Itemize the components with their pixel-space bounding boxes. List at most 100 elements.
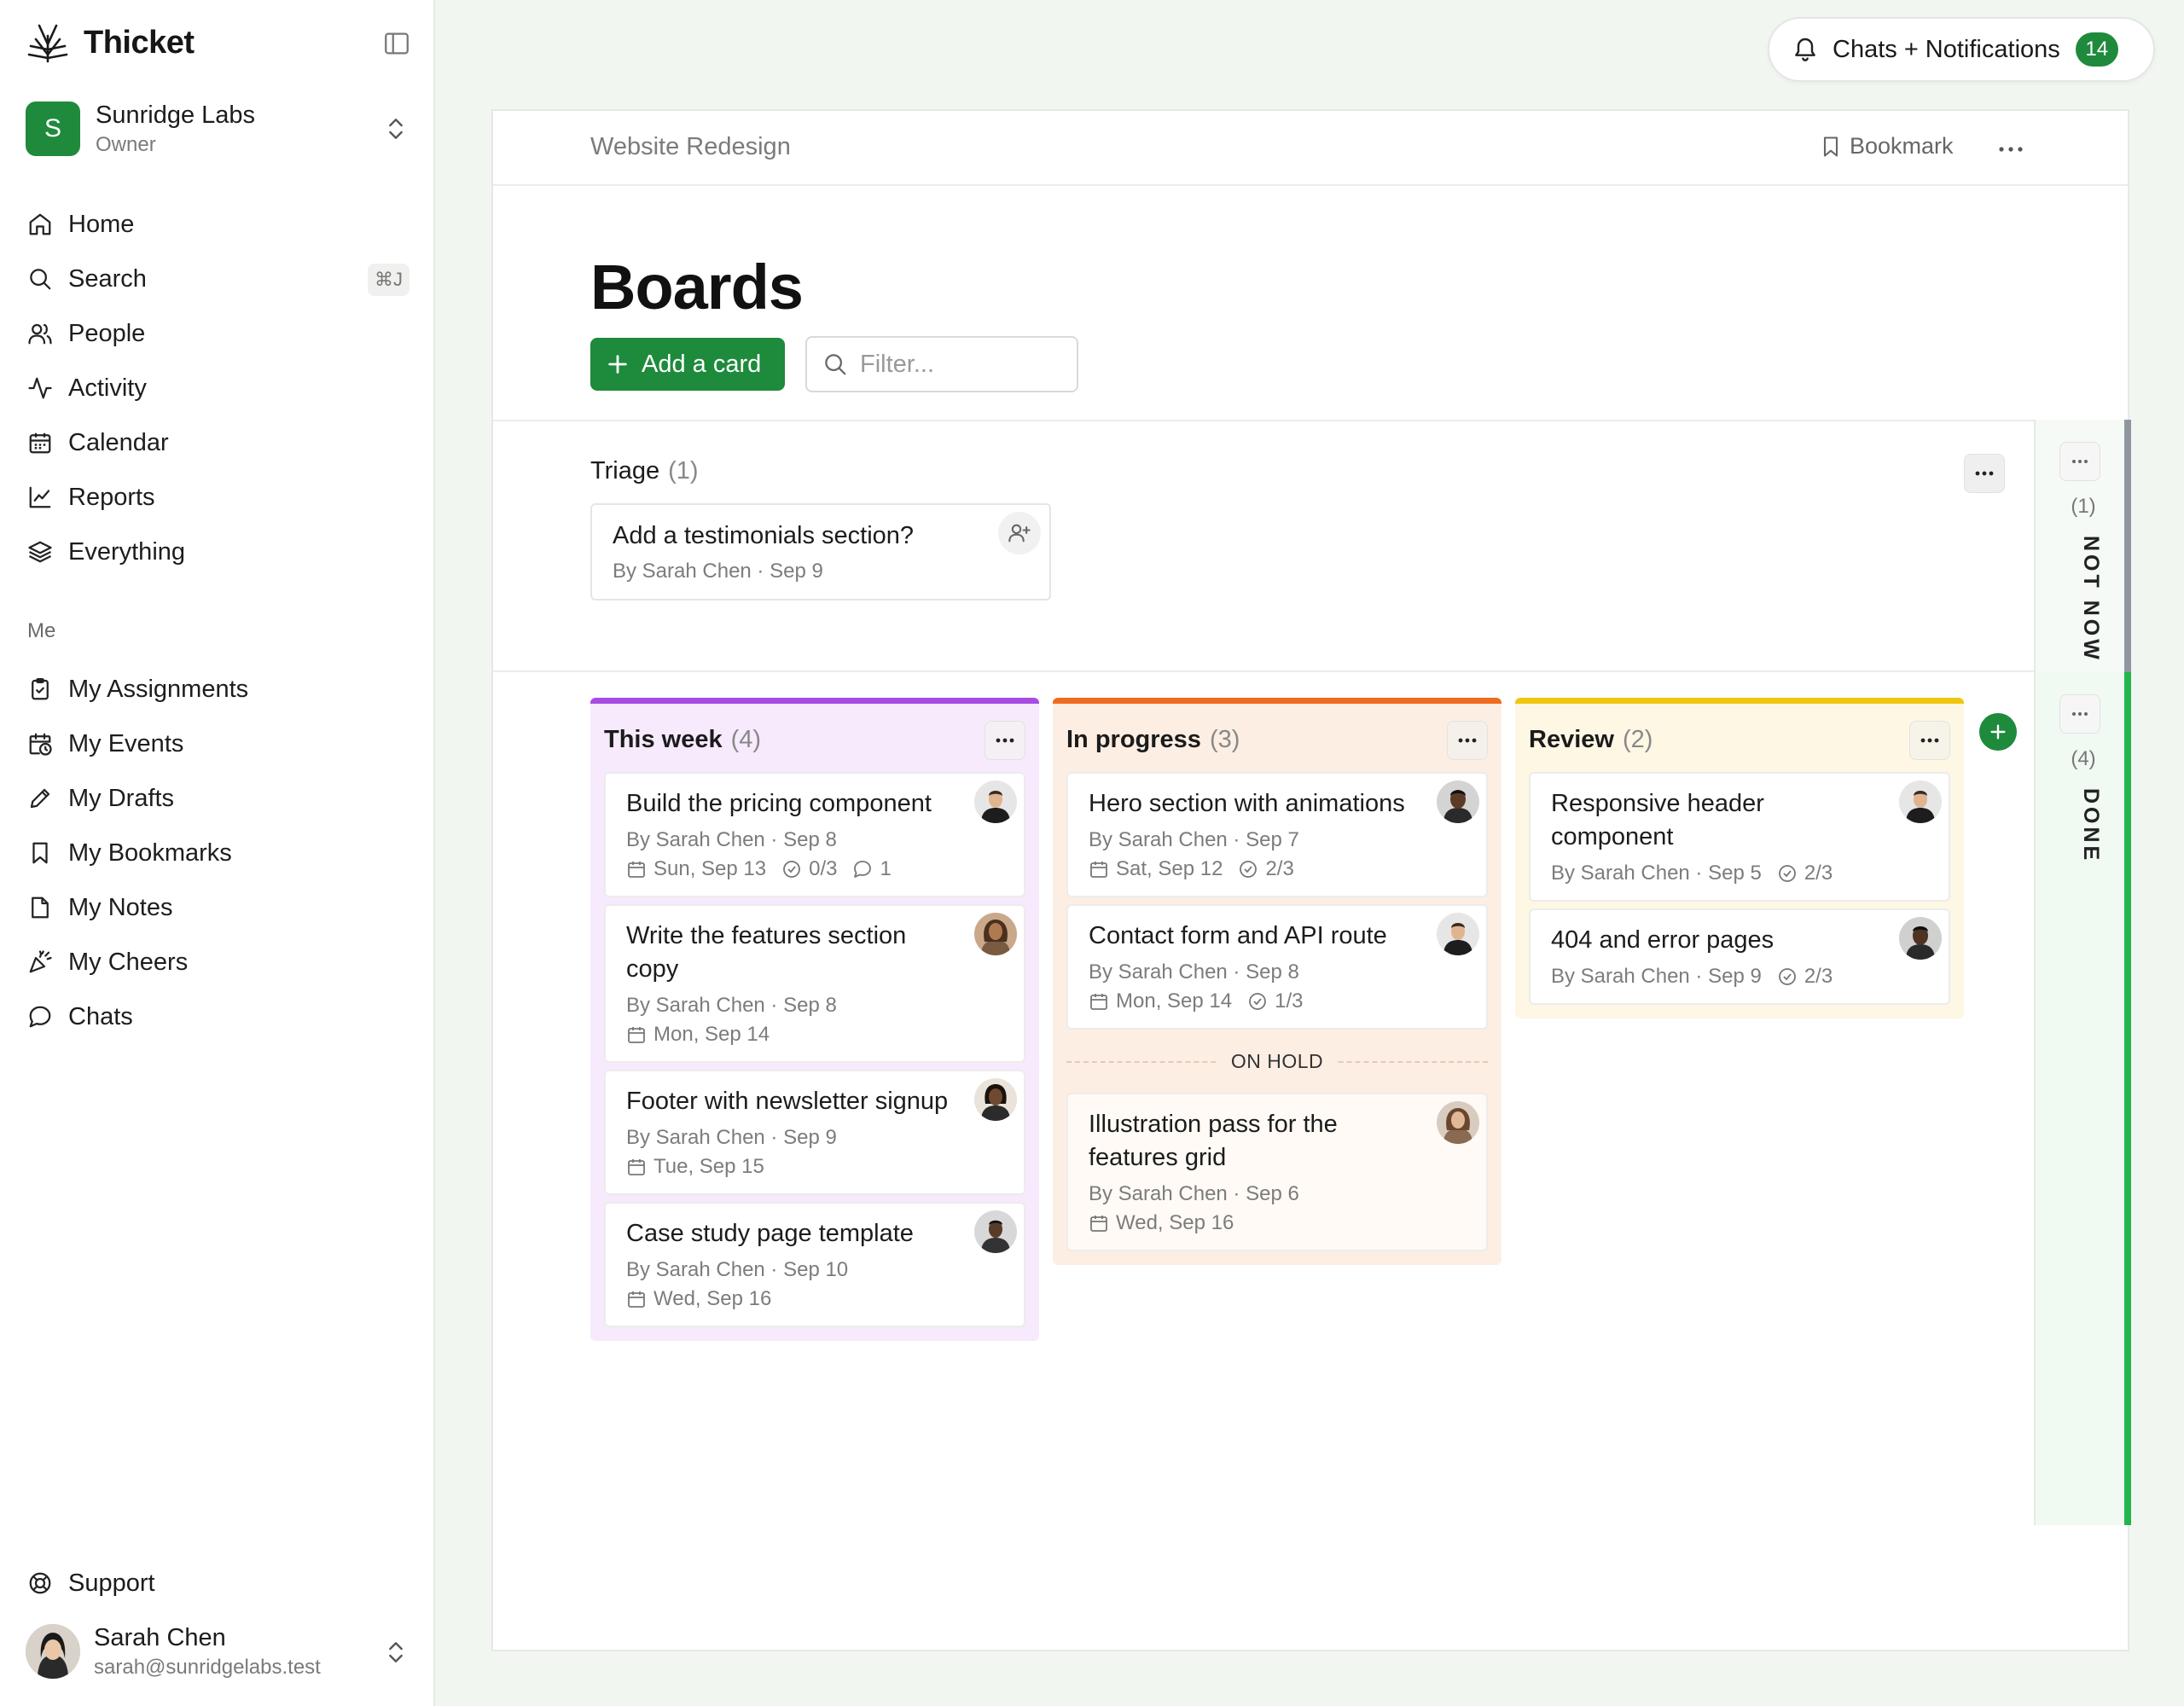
chevron-up-down-icon[interactable] xyxy=(382,1638,410,1667)
check-circle-icon xyxy=(1249,993,1266,1010)
card-byline: By Sarah Chen · Sep 5 xyxy=(1551,862,1762,885)
nav-label: Activity xyxy=(68,374,147,402)
nav-label: My Bookmarks xyxy=(68,838,232,867)
support-label: Support xyxy=(68,1569,155,1597)
bookmark-button[interactable]: Bookmark xyxy=(1819,133,1954,160)
triage-title: Triage (1) xyxy=(590,457,699,485)
column-menu-button[interactable] xyxy=(985,721,1025,760)
avatar[interactable] xyxy=(974,1078,1017,1121)
card-due: Sat, Sep 12 xyxy=(1089,855,1223,884)
org-avatar: S xyxy=(26,102,80,156)
card-due: Wed, Sep 16 xyxy=(626,1285,771,1314)
card-meta: By Sarah Chen · Sep 10 Wed, Sep 16 xyxy=(626,1256,950,1314)
card-title: Case study page template xyxy=(626,1220,914,1247)
breadcrumb[interactable]: Website Redesign xyxy=(590,133,791,161)
chevron-up-down-icon[interactable] xyxy=(382,114,410,143)
board-card[interactable]: Case study page template By Sarah Chen ·… xyxy=(604,1202,1025,1327)
card-steps-count: 2/3 xyxy=(1804,965,1833,988)
avatar[interactable] xyxy=(974,913,1017,955)
brand[interactable]: Thicket xyxy=(26,19,195,67)
more-options-icon xyxy=(2072,712,2088,716)
column-header: This week (4) xyxy=(604,714,1025,765)
panel-header: Website Redesign Bookmark xyxy=(493,111,2128,186)
avatar[interactable] xyxy=(1437,913,1479,955)
board-card[interactable]: Hero section with animations By Sarah Ch… xyxy=(1066,772,1488,897)
card-byline: By Sarah Chen · Sep 8 xyxy=(626,994,837,1017)
column-color-bar xyxy=(2124,672,2131,1525)
nav-item-calendar[interactable]: Calendar xyxy=(26,415,410,470)
not-now-label: NOT NOW xyxy=(2079,536,2103,663)
nav-label: Calendar xyxy=(68,428,169,456)
nav-item-my-bookmarks[interactable]: My Bookmarks xyxy=(26,826,410,880)
nav-label: People xyxy=(68,319,146,347)
notifications-button[interactable]: Chats + Notifications 14 xyxy=(1768,17,2155,82)
card-meta: By Sarah Chen · Sep 8 Mon, Sep 14 xyxy=(626,991,950,1049)
filter-input[interactable] xyxy=(860,350,1065,379)
more-options-icon xyxy=(996,738,1014,743)
nav-item-my-notes[interactable]: My Notes xyxy=(26,880,410,935)
board-card[interactable]: Contact form and API route By Sarah Chen… xyxy=(1066,904,1488,1030)
column-menu-button[interactable] xyxy=(1447,721,1488,760)
card-meta: By Sarah Chen · Sep 6 Wed, Sep 16 xyxy=(1089,1180,1413,1238)
nav-item-my-drafts[interactable]: My Drafts xyxy=(26,771,410,826)
calendar-icon xyxy=(628,1027,645,1043)
assign-user-icon[interactable] xyxy=(998,512,1041,554)
nav-item-support[interactable]: Support xyxy=(26,1556,155,1610)
avatar[interactable] xyxy=(1437,780,1479,823)
board-card[interactable]: Build the pricing component By Sarah Che… xyxy=(604,772,1025,897)
more-options-icon xyxy=(1920,738,1939,743)
avatar[interactable] xyxy=(1437,1101,1479,1144)
card-due: Mon, Sep 14 xyxy=(1089,987,1232,1016)
done-menu-button[interactable] xyxy=(2059,694,2100,734)
nav-item-activity[interactable]: Activity xyxy=(26,361,410,415)
board-card[interactable]: Footer with newsletter signup By Sarah C… xyxy=(604,1070,1025,1195)
nav-item-everything[interactable]: Everything xyxy=(26,525,410,579)
nav-item-my-events[interactable]: My Events xyxy=(26,717,410,771)
page-title: Boards xyxy=(590,252,804,322)
filter-field[interactable] xyxy=(805,336,1078,392)
column-menu-button[interactable] xyxy=(1909,721,1950,760)
triage-card[interactable]: Add a testimonials section? By Sarah Che… xyxy=(590,503,1051,601)
org-switcher[interactable]: S Sunridge Labs Owner xyxy=(26,99,410,159)
user-name: Sarah Chen xyxy=(94,1623,226,1651)
not-now-menu-button[interactable] xyxy=(2059,442,2100,481)
user-menu[interactable]: Sarah Chen sarah@sunridgelabs.test xyxy=(26,1621,410,1682)
card-byline: By Sarah Chen · Sep 6 xyxy=(1089,1182,1299,1205)
avatar[interactable] xyxy=(1899,917,1942,960)
card-due: Mon, Sep 14 xyxy=(626,1020,770,1049)
add-column-button[interactable] xyxy=(1979,713,2017,751)
more-options-icon[interactable] xyxy=(1996,136,2025,162)
card-title: Add a testimonials section? xyxy=(613,522,915,549)
nav-item-my-assignments[interactable]: My Assignments xyxy=(26,662,410,717)
not-now-column[interactable]: (1) NOT NOW xyxy=(2034,420,2131,672)
card-meta: By Sarah Chen · Sep 5 2/3 xyxy=(1551,859,1875,888)
avatar[interactable] xyxy=(974,1210,1017,1253)
nav-item-search[interactable]: Search ⌘J xyxy=(26,252,410,306)
done-column[interactable]: (4) DONE xyxy=(2034,672,2131,1525)
nav-label: My Drafts xyxy=(68,784,175,812)
triage-count: (1) xyxy=(668,457,699,485)
avatar[interactable] xyxy=(1899,780,1942,823)
nav-item-my-cheers[interactable]: My Cheers xyxy=(26,935,410,989)
nav-item-chats[interactable]: Chats xyxy=(26,989,410,1044)
card-due: Wed, Sep 16 xyxy=(1089,1209,1234,1238)
board-card[interactable]: Write the features section copy By Sarah… xyxy=(604,904,1025,1063)
avatar[interactable] xyxy=(974,780,1017,823)
nav-item-home[interactable]: Home xyxy=(26,197,410,252)
board-card[interactable]: Responsive header component By Sarah Che… xyxy=(1529,772,1950,902)
triage-name: Triage xyxy=(590,457,660,485)
nav-item-people[interactable]: People xyxy=(26,306,410,361)
search-icon xyxy=(26,264,55,293)
board-card[interactable]: Illustration pass for the features grid … xyxy=(1066,1093,1488,1251)
add-card-button[interactable]: Add a card xyxy=(590,338,785,391)
triage-menu-button[interactable] xyxy=(1964,454,2005,493)
sidebar-toggle-icon[interactable] xyxy=(382,29,411,58)
board-card[interactable]: 404 and error pages By Sarah Chen · Sep … xyxy=(1529,908,1950,1005)
thicket-logo-icon xyxy=(26,20,70,65)
bookmark-icon xyxy=(26,838,55,868)
done-count: (4) xyxy=(2071,747,2096,770)
nav-item-reports[interactable]: Reports xyxy=(26,470,410,525)
column-header: In progress (3) xyxy=(1066,714,1488,765)
card-byline: By Sarah Chen · Sep 7 xyxy=(1089,828,1299,851)
card-due-date: Mon, Sep 14 xyxy=(653,1023,770,1046)
